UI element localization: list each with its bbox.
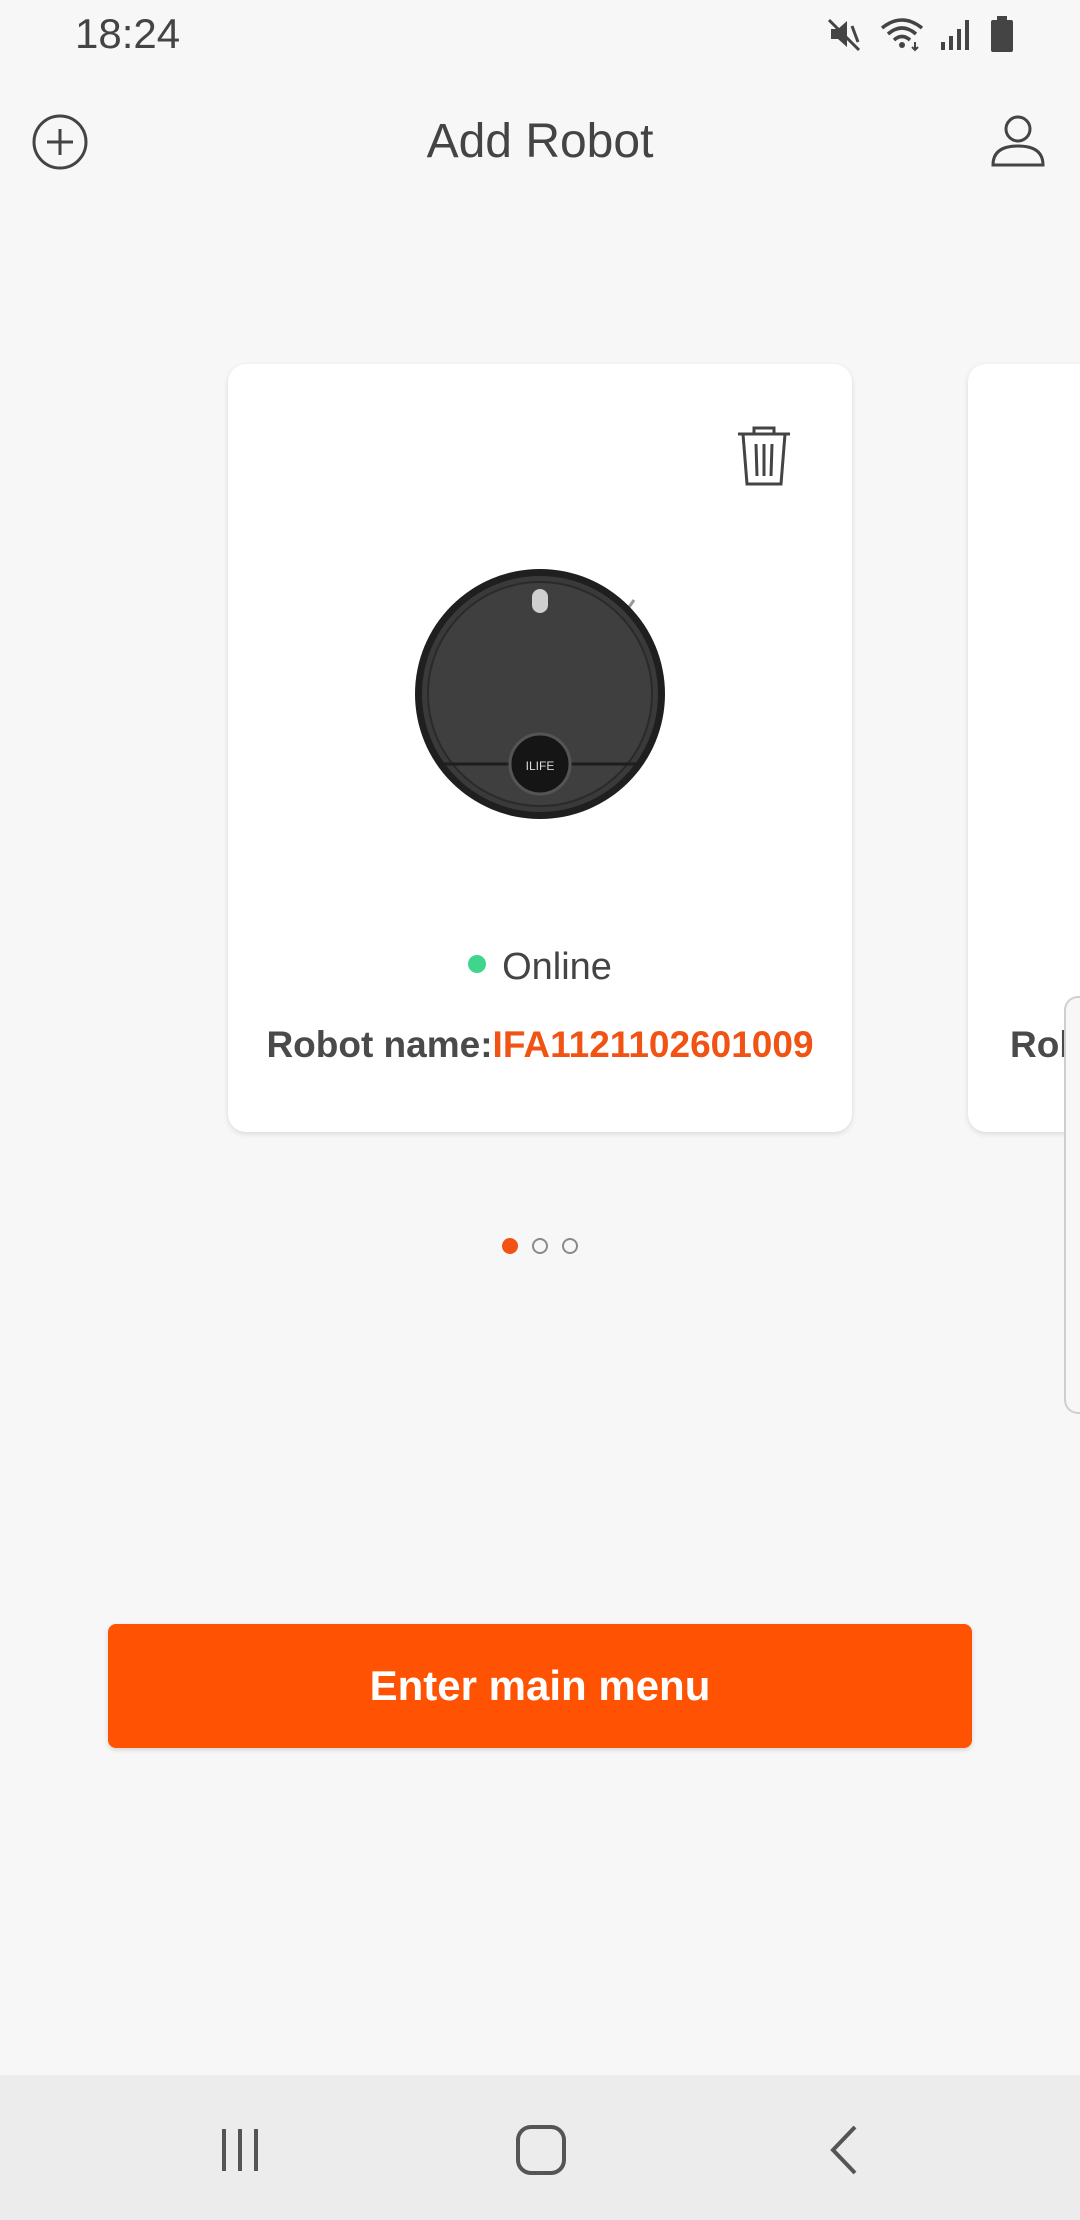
page-title: Add Robot (426, 115, 654, 168)
robot-image: ILIFE (410, 564, 670, 824)
back-icon (830, 2125, 857, 2175)
status-icons (825, 14, 1015, 59)
robot-status-label: Online (502, 946, 612, 988)
recents-button[interactable] (205, 2115, 275, 2185)
robot-name-label: Robot name: (266, 1024, 493, 1065)
robot-brand: ILIFE (526, 759, 555, 773)
delete-robot-button[interactable] (734, 422, 794, 488)
robot-name-row: Robot name:IFA1121102601009 (228, 1024, 852, 1066)
app-header: Add Robot (0, 100, 1080, 190)
robot-card[interactable]: ILIFE Online Robot name:IFA1121102601009 (228, 364, 852, 1132)
profile-icon (991, 115, 1045, 167)
profile-button[interactable] (988, 110, 1048, 170)
online-status-dot (468, 955, 487, 973)
wifi-icon (879, 14, 925, 59)
enter-main-menu-button[interactable]: Enter main menu (108, 1624, 972, 1748)
signal-icon (939, 14, 975, 59)
robot-status: Online (228, 946, 852, 989)
battery-icon (989, 14, 1015, 59)
status-bar: 18:24 (0, 0, 1080, 72)
screen: 18:24 Add Robot ILIFE Online Robot name:… (0, 0, 1080, 2220)
home-button[interactable] (506, 2115, 576, 2185)
robot-name-value: IFA1121102601009 (492, 1024, 814, 1065)
page-dot-1[interactable] (502, 1238, 518, 1254)
carousel-pagination (0, 1238, 1080, 1254)
page-dot-3[interactable] (562, 1238, 578, 1254)
system-nav-bar (0, 2075, 1080, 2220)
status-time: 18:24 (75, 10, 181, 57)
mute-icon (825, 14, 865, 59)
home-icon (516, 2125, 566, 2175)
page-dot-2[interactable] (532, 1238, 548, 1254)
back-button[interactable] (810, 2115, 880, 2185)
recents-icon (222, 2129, 258, 2171)
trash-icon (738, 426, 790, 486)
edge-panel-handle[interactable] (1064, 996, 1080, 1414)
